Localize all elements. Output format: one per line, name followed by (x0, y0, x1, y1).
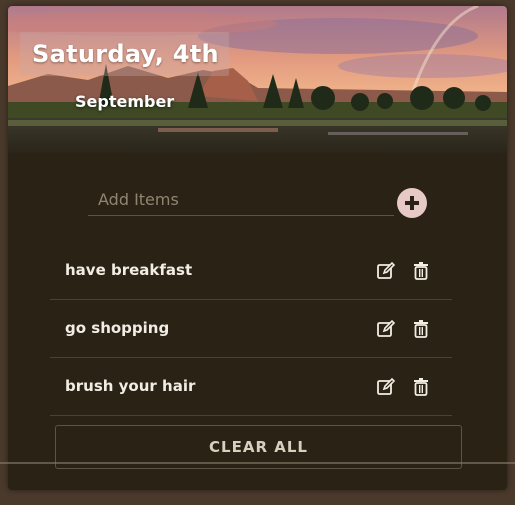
date-month: September (75, 92, 175, 111)
add-item-row (88, 184, 428, 220)
landscape-image (8, 6, 507, 154)
add-item-input[interactable] (88, 184, 394, 216)
edit-icon[interactable] (376, 377, 396, 397)
trash-icon[interactable] (411, 319, 431, 339)
edit-icon[interactable] (376, 261, 396, 281)
trash-icon[interactable] (411, 261, 431, 281)
add-item-button[interactable] (397, 188, 427, 218)
list-item: brush your hair (50, 358, 452, 416)
edit-icon[interactable] (376, 319, 396, 339)
date-box: Saturday, 4th (20, 32, 229, 76)
list-item: have breakfast (50, 242, 452, 300)
item-label: brush your hair (65, 377, 196, 395)
plus-icon (405, 196, 419, 210)
header-banner: Saturday, 4th September (8, 6, 507, 154)
date-day: Saturday, 4th (32, 40, 219, 68)
trash-icon[interactable] (411, 377, 431, 397)
item-label: have breakfast (65, 261, 193, 279)
divider-line (0, 462, 515, 464)
todo-list: have breakfast go shopping brush your ha… (50, 242, 452, 416)
item-label: go shopping (65, 319, 170, 337)
todo-app: Saturday, 4th September have breakfast (8, 6, 507, 490)
list-item: go shopping (50, 300, 452, 358)
